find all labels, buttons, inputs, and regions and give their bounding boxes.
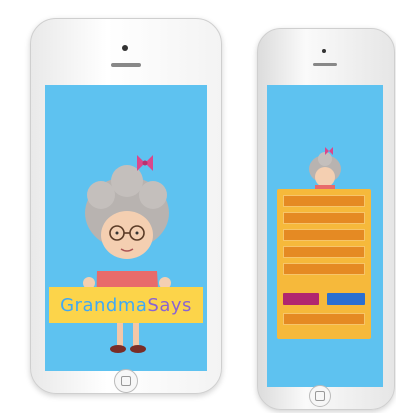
phone-menu (257, 28, 395, 410)
grandma-illustration (83, 155, 171, 353)
menu-item[interactable] (283, 195, 365, 207)
menu-screen (267, 85, 383, 387)
phone-splash: Grandma Says (30, 18, 222, 394)
earpiece-speaker (313, 63, 337, 66)
menu-item[interactable] (283, 263, 365, 275)
logo-text-part2: Says (147, 294, 192, 316)
front-camera (322, 49, 326, 53)
home-button[interactable] (114, 369, 138, 393)
home-button[interactable] (309, 385, 331, 407)
app-logo-banner: Grandma Says (49, 287, 203, 323)
splash-screen: Grandma Says (45, 85, 207, 371)
logo-text-part1: Grandma (60, 294, 148, 316)
earpiece-speaker (111, 63, 141, 67)
grandma-small-illustration (309, 147, 341, 195)
menu-button-left[interactable] (283, 293, 319, 305)
menu-item[interactable] (283, 246, 365, 258)
menu-item[interactable] (283, 229, 365, 241)
menu-panel (277, 189, 371, 339)
front-camera (122, 45, 128, 51)
menu-footer-item[interactable] (283, 313, 365, 325)
menu-item[interactable] (283, 212, 365, 224)
menu-button-right[interactable] (327, 293, 365, 305)
